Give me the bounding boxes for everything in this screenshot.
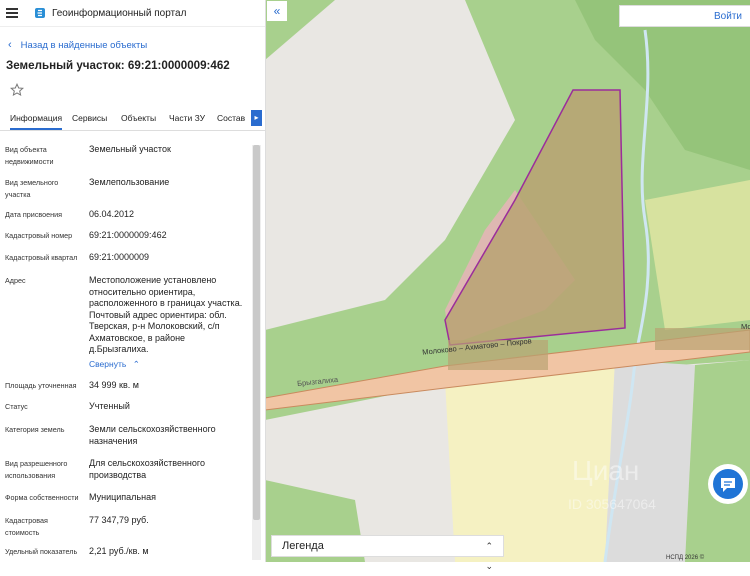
star-icon[interactable]	[10, 83, 24, 97]
field-value: Местоположение установлено относительно …	[89, 275, 243, 354]
top-bar: Геоинформационный портал	[0, 0, 265, 27]
field-value: Землепользование	[89, 177, 170, 187]
field-value: Для сельскохозяйственного производства	[89, 458, 205, 480]
tab-scroll-right-icon[interactable]: ▸	[251, 110, 262, 126]
field-value: Учтенный	[89, 401, 130, 411]
field-label: Кадастровая стоимость	[5, 516, 48, 537]
map-canvas[interactable]	[265, 0, 750, 562]
field-label: Форма собственности	[5, 493, 79, 502]
watermark-id: ID 305647064	[568, 496, 656, 512]
field-value: 69:21:0000009:462	[89, 230, 167, 240]
field-value: 77 347,79 руб.	[89, 515, 149, 525]
field-value: 2,21 руб./кв. м	[89, 546, 149, 556]
chevron-up-icon: ⌃	[132, 359, 140, 369]
field-label: Адрес	[5, 276, 26, 285]
app-title: Геоинформационный портал	[52, 7, 187, 19]
field-value: Земли сельскохозяйственного назначения	[89, 424, 216, 446]
field-value: Земельный участок	[89, 144, 171, 154]
field-label: Категория земель	[5, 425, 65, 434]
updown-chevron-icon: ⌃ ⌄	[485, 541, 493, 571]
field-label: Кадастровый номер	[5, 231, 73, 240]
map-view[interactable]: Молоково – Ахматово – Покров Мо Брызгали…	[265, 0, 750, 562]
portal-logo-icon	[35, 8, 45, 18]
field-label: Вид земельного участка	[5, 178, 59, 199]
login-button[interactable]: Войти	[619, 5, 750, 27]
field-label: Кадастровый квартал	[5, 253, 78, 262]
tab-parts[interactable]: Части ЗУ	[169, 113, 205, 123]
road-label-end: Мо	[741, 322, 750, 331]
road-parcel-segment-2	[655, 328, 750, 350]
chevron-left-icon: ‹	[8, 39, 12, 51]
legend-label: Легенда	[282, 540, 324, 552]
field-value: 34 999 кв. м	[89, 380, 139, 390]
field-label: Статус	[5, 402, 28, 411]
forest-south-area	[685, 360, 750, 562]
chat-button[interactable]	[708, 464, 748, 504]
field-value: 69:21:0000009	[89, 252, 150, 262]
field-label: Удельный показатель	[5, 547, 78, 556]
info-panel: Геоинформационный портал ‹ Назад в найде…	[0, 0, 266, 562]
back-link[interactable]: ‹ Назад в найденные объекты	[8, 39, 265, 51]
collapse-link[interactable]: Свернуть ⌃	[89, 359, 247, 371]
scrollbar-thumb[interactable]	[253, 145, 260, 520]
menu-icon[interactable]	[6, 8, 18, 18]
tab-objects[interactable]: Объекты	[121, 113, 156, 123]
back-link-label: Назад в найденные объекты	[20, 39, 148, 51]
page-title: Земельный участок: 69:21:0000009:462	[6, 59, 230, 72]
watermark: Циан	[572, 455, 640, 486]
field-label: Вид разрешенного использования	[5, 459, 68, 480]
chat-icon	[713, 469, 743, 499]
field-label: Площадь уточненная	[5, 381, 77, 390]
field-label: Дата присвоения	[5, 210, 63, 219]
field-value: 06.04.2012	[89, 209, 135, 219]
collapse-panel-button[interactable]: «	[267, 1, 287, 21]
tab-information[interactable]: Информация	[10, 113, 63, 130]
tab-composition[interactable]: Состав	[217, 113, 245, 123]
legend-dropdown[interactable]: Легенда ⌃ ⌄	[271, 535, 504, 571]
tab-bar: Информация Сервисы Объекты Части ЗУ Сост…	[0, 108, 265, 131]
field-label: Вид объекта недвижимости	[5, 145, 54, 166]
field-value: Муниципальная	[89, 492, 156, 502]
copyright: НСПД 2026 ©	[666, 555, 705, 561]
collapse-label: Свернуть	[89, 359, 127, 369]
tab-services[interactable]: Сервисы	[72, 113, 107, 123]
